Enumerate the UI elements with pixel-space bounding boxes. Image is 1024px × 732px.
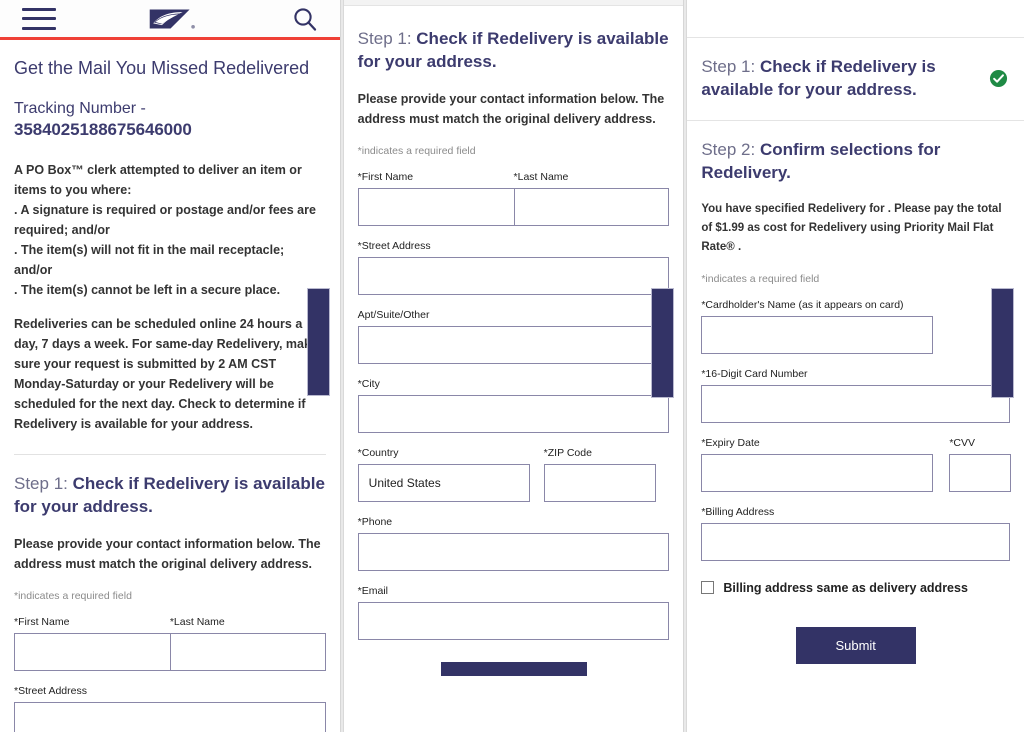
panel3-cardholder-input[interactable] — [701, 315, 934, 354]
panel2-zip-label: *ZIP Code — [543, 446, 592, 459]
panel2-last-name-label: *Last Name — [513, 170, 569, 183]
panel1-street-address-input[interactable] — [14, 702, 326, 732]
panel1-name-row: *First Name *Last Name — [14, 616, 326, 672]
hamburger-menu-icon[interactable] — [22, 7, 56, 30]
panel1-step1-label: Step 1: — [14, 474, 68, 494]
panel-payment-confirm: Step 1: Check if Redelivery is available… — [686, 0, 1024, 732]
panel3-card-number-input[interactable] — [701, 384, 1011, 423]
panel1-first-name-label: *First Name — [14, 616, 70, 629]
panel3-scrollbar-thumb[interactable] — [991, 288, 1015, 398]
panel2-last-name-input[interactable] — [513, 187, 670, 226]
panel3-cvv-input[interactable] — [949, 453, 1012, 492]
panel1-last-name-group: *Last Name — [169, 616, 326, 672]
panel1-first-name-group: *First Name — [14, 616, 170, 672]
panel2-zip-input[interactable] — [543, 463, 656, 502]
green-check-circle-icon — [989, 69, 1008, 88]
panel2-country-input[interactable] — [357, 463, 530, 502]
panel1-last-name-input[interactable] — [169, 633, 326, 672]
panel2-first-name-label: *First Name — [357, 170, 414, 183]
submit-button[interactable]: Submit — [795, 626, 916, 664]
three-panel-screenshot: Get the Mail You Missed Redelivered Trac… — [0, 0, 1024, 732]
intro-paragraph-2: Redeliveries can be scheduled online 24 … — [14, 317, 318, 432]
panel3-step1-completed-bar: Step 1: Check if Redelivery is available… — [687, 38, 1024, 121]
search-icon[interactable] — [292, 6, 318, 32]
panel3-cvv-label: *CVV — [949, 436, 976, 449]
panel2-street-address-group: *Street Address — [357, 239, 670, 295]
panel1-required-note: *indicates a required field — [14, 590, 132, 603]
panel3-expiry-group: *Expiry Date — [701, 436, 934, 492]
panel2-country-zip-row: *Country *ZIP Code — [357, 446, 670, 502]
panel3-expiry-cvv-row: *Expiry Date *CVV — [701, 436, 1012, 492]
panel3-card-number-label: *16-Digit Card Number — [701, 367, 808, 380]
usps-eagle-logo[interactable] — [148, 6, 200, 32]
panel2-required-note: *indicates a required field — [357, 144, 476, 157]
panel-redelivery-intro: Get the Mail You Missed Redelivered Trac… — [0, 0, 341, 732]
panel2-scrollbar-thumb[interactable] — [651, 288, 675, 398]
billing-same-checkbox-label: Billing address same as delivery address — [723, 580, 968, 595]
panel3-expiry-input[interactable] — [701, 453, 934, 492]
usps-site-header — [0, 0, 340, 40]
panel2-zip-group: *ZIP Code — [543, 446, 656, 502]
panel3-step2-label: Step 2: — [701, 139, 756, 159]
panel3-step2-heading: Step 2: Confirm selections for Redeliver… — [701, 139, 1010, 185]
panel3-billing-address-group: *Billing Address — [701, 505, 1011, 561]
panel2-city-input[interactable] — [357, 394, 670, 433]
page-title: Get the Mail You Missed Redelivered — [14, 58, 310, 78]
panel3-cardholder-label: *Cardholder's Name (as it appears on car… — [701, 298, 904, 311]
panel3-cvv-group: *CVV — [949, 436, 1012, 492]
panel2-email-label: *Email — [357, 584, 389, 597]
panel2-step1-heading: Step 1: Check if Redelivery is available… — [358, 28, 670, 74]
panel2-country-label: *Country — [357, 446, 399, 459]
panel2-step1-label: Step 1: — [357, 29, 412, 48]
panel1-scrollbar-thumb[interactable] — [306, 288, 330, 396]
panel3-billing-address-input[interactable] — [701, 522, 1011, 561]
panel2-email-group: *Email — [357, 584, 670, 640]
panel1-lead-text: Please provide your contact information … — [14, 537, 321, 572]
panel2-phone-label: *Phone — [357, 515, 393, 528]
panel3-order-summary-text: You have specified Redelivery for . Plea… — [701, 202, 1002, 253]
panel2-apt-label: Apt/Suite/Other — [357, 308, 430, 321]
intro-body-copy: A PO Box™ clerk attempted to deliver an … — [14, 160, 326, 434]
panel3-required-note: *indicates a required field — [701, 272, 820, 285]
panel2-apt-group: Apt/Suite/Other — [357, 308, 670, 364]
panel3-card-number-group: *16-Digit Card Number — [701, 367, 1011, 423]
panel1-last-name-label: *Last Name — [169, 616, 225, 629]
panel3-cardholder-group: *Cardholder's Name (as it appears on car… — [701, 298, 934, 354]
panel2-last-name-group: *Last Name — [513, 170, 670, 226]
panel1-step1-heading: Step 1: Check if Redelivery is available… — [14, 473, 326, 519]
panel2-street-address-input[interactable] — [357, 256, 670, 295]
tracking-number-value: 3584025188675646000 — [14, 120, 192, 140]
panel2-name-row: *First Name *Last Name — [357, 170, 670, 226]
panel3-submit-wrap: Submit — [701, 626, 1010, 664]
tracking-number-label: Tracking Number - — [14, 99, 146, 117]
panel3-step1-label: Step 1: — [701, 57, 756, 76]
panel2-phone-input[interactable] — [357, 532, 670, 571]
section-divider: Step 1: Check if Redelivery is available… — [14, 454, 326, 732]
panel1-street-address-label: *Street Address — [14, 685, 87, 698]
panel2-first-name-group: *First Name — [357, 170, 514, 226]
panel2-country-group: *Country — [357, 446, 530, 502]
panel2-city-group: *City — [357, 377, 670, 433]
panel2-email-input[interactable] — [357, 601, 670, 640]
billing-same-checkbox[interactable] — [701, 581, 715, 595]
panel3-billing-address-label: *Billing Address — [701, 505, 775, 518]
panel2-phone-group: *Phone — [357, 515, 670, 571]
panel2-apt-input[interactable] — [357, 325, 670, 364]
panel2-first-name-input[interactable] — [357, 187, 514, 226]
panel3-billing-same-row[interactable]: Billing address same as delivery address — [701, 581, 1010, 595]
panel2-lead-text: Please provide your contact information … — [357, 91, 665, 126]
intro-paragraph-1: A PO Box™ clerk attempted to deliver an … — [14, 163, 316, 298]
panel2-city-label: *City — [357, 377, 380, 390]
panel3-step1-heading: Step 1: Check if Redelivery is available… — [701, 56, 989, 102]
panel-contact-form: Step 1: Check if Redelivery is available… — [342, 0, 685, 732]
panel3-expiry-label: *Expiry Date — [701, 436, 760, 449]
panel2-street-address-label: *Street Address — [357, 239, 431, 252]
panel1-street-address-group: *Street Address — [14, 685, 326, 732]
tracking-number-block: Tracking Number - 3584025188675646000 — [14, 98, 326, 143]
panel3-blank-header — [687, 0, 1024, 38]
panel2-continue-button-partial[interactable] — [440, 661, 587, 676]
panel1-first-name-input[interactable] — [14, 633, 170, 672]
